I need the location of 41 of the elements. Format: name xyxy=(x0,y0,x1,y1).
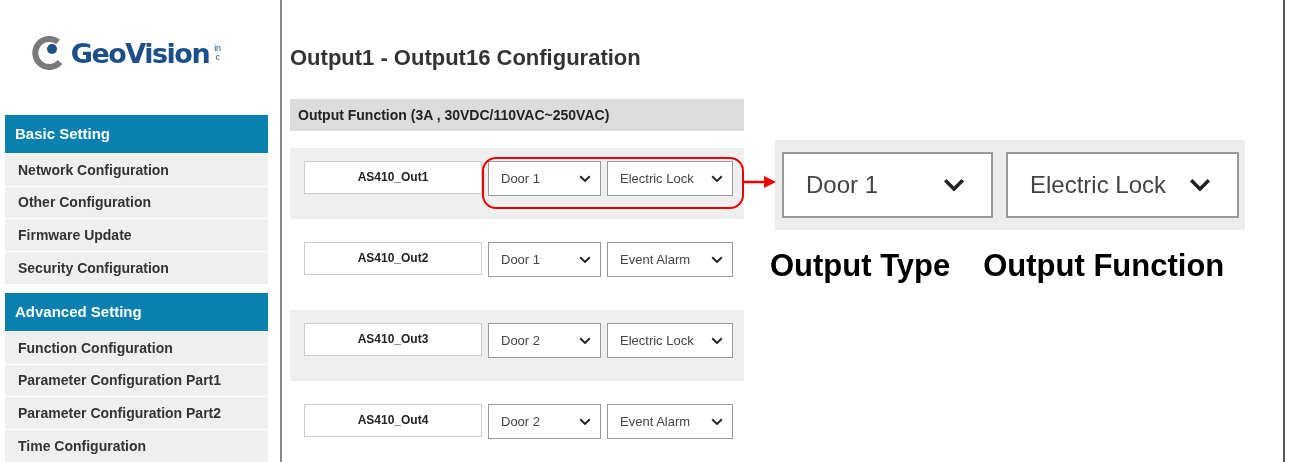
chevron-icon xyxy=(579,174,591,182)
chevron-icon xyxy=(1189,178,1211,192)
chevron-icon xyxy=(943,178,965,192)
chevron-icon xyxy=(711,336,723,344)
logo-text: GeoVision xyxy=(70,37,210,69)
output-name-field[interactable]: AS410_Out2 xyxy=(304,241,482,275)
caption-label: Output Type xyxy=(770,248,951,284)
output-type-select[interactable]: Door 1 xyxy=(488,241,601,277)
chevron-icon xyxy=(711,417,723,426)
output-name-field[interactable]: AS410_Out3 xyxy=(304,322,482,356)
caption-label: Output Function xyxy=(983,248,1225,284)
sidebar-item[interactable]: Other Configuration xyxy=(5,185,268,219)
sidebar-group-header[interactable]: Advanced Setting xyxy=(5,293,268,331)
sidebar-item[interactable]: Parameter Configuration Part2 xyxy=(5,396,268,430)
sidebar-item[interactable]: Security Configuration xyxy=(5,251,268,285)
output-function-select[interactable]: Electric Lock xyxy=(607,160,733,196)
output-function-select[interactable]: Electric Lock xyxy=(607,322,733,358)
output-function-select[interactable]: Event Alarm xyxy=(607,241,733,277)
chevron-icon xyxy=(579,417,591,426)
output-function-select[interactable]: Electric Lock xyxy=(1006,152,1239,218)
output-name-field[interactable]: AS410_Out1 xyxy=(304,160,482,194)
chevron-icon xyxy=(579,336,591,344)
sidebar-item[interactable]: Time Configuration xyxy=(5,429,268,462)
page-title: Output1 - Output16 Configuration xyxy=(290,45,642,71)
section-header: Output Function (3A , 30VDC/110VAC~250VAC) xyxy=(290,99,744,131)
sidebar-group-header[interactable]: Basic Setting xyxy=(5,115,268,153)
output-type-select[interactable]: Door 2 xyxy=(488,322,601,358)
output-type-select[interactable]: Door 2 xyxy=(488,403,601,439)
output-name-field[interactable]: AS410_Out4 xyxy=(304,403,482,437)
chevron-icon xyxy=(579,255,591,263)
output-type-select[interactable]: Door 1 xyxy=(782,152,993,218)
chevron-icon xyxy=(711,255,723,263)
sidebar-item[interactable]: Parameter Configuration Part1 xyxy=(5,363,268,397)
sidebar-item[interactable]: Function Configuration xyxy=(5,330,268,364)
sidebar-item[interactable]: Firmware Update xyxy=(5,218,268,252)
chevron-icon xyxy=(711,174,723,182)
logo-suffix: inc xyxy=(213,44,223,63)
output-type-select[interactable]: Door 1 xyxy=(488,160,601,196)
sidebar-item[interactable]: Network Configuration xyxy=(5,152,268,186)
output-function-select[interactable]: Event Alarm xyxy=(607,403,733,439)
pointer-arrow xyxy=(744,175,777,189)
